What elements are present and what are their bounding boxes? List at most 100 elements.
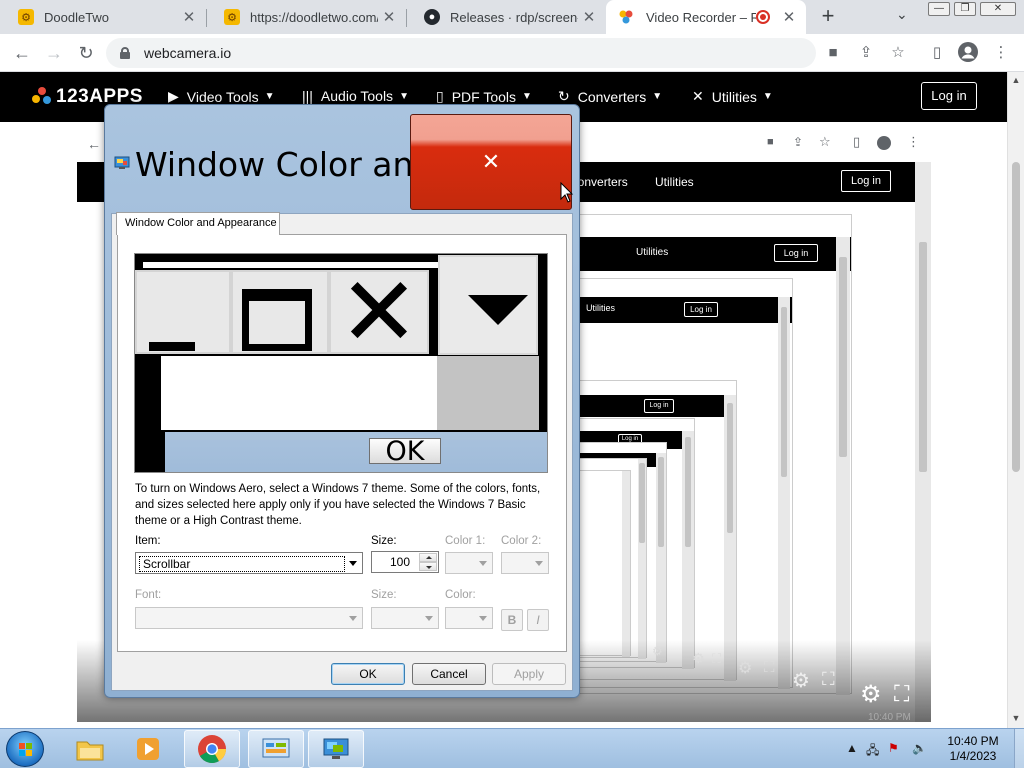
taskbar-display-settings[interactable] (308, 730, 364, 768)
profile-avatar-icon[interactable] (957, 42, 979, 64)
font-color-label: Color: (445, 589, 476, 601)
browser-toolbar: ← → ↻ webcamera.io ■ ⇪ ☆ ▯ ⋮ (0, 34, 1024, 72)
tab-doodletwo[interactable]: ⚙ DoodleTwo ✕ (0, 0, 206, 34)
chevron-down-icon: ▼ (522, 91, 532, 102)
preview-window-area (161, 356, 439, 430)
123apps-favicon-icon (618, 9, 634, 25)
nav-utilities[interactable]: ✕ Utilities ▼ (692, 88, 773, 105)
tab-doodletwo-url[interactable]: ⚙ https://doodletwo.com/b ✕ (206, 0, 406, 34)
login-button[interactable]: Log in (921, 82, 977, 110)
doodletwo-favicon-icon: ⚙ (18, 9, 34, 25)
chevron-down-icon (479, 561, 487, 566)
tab-video-recorder[interactable]: Video Recorder – Re ✕ (606, 0, 806, 34)
start-button[interactable] (6, 731, 44, 767)
size-stepper[interactable]: 100 (371, 551, 439, 573)
address-bar[interactable]: webcamera.io (106, 38, 816, 68)
recursive-scrollbar (778, 297, 790, 689)
aero-info-text: To turn on Windows Aero, select a Window… (135, 483, 541, 527)
font-size-select[interactable] (371, 607, 439, 629)
font-size-label: Size: (371, 589, 397, 601)
123apps-logo-icon (32, 87, 52, 107)
font-color-picker[interactable] (445, 607, 493, 629)
bookmark-star-icon[interactable]: ☆ (887, 42, 909, 64)
forward-arrow-icon[interactable]: → (42, 41, 66, 65)
close-window-button[interactable]: ✕ (980, 2, 1016, 16)
restore-window-button[interactable]: ❐ (954, 2, 976, 16)
preview-close-icon: ✕ (329, 264, 429, 360)
taskbar-control-panel[interactable] (248, 730, 304, 768)
chevron-down-icon: ▼ (762, 91, 773, 102)
color2-picker[interactable] (501, 552, 549, 574)
bold-button[interactable]: B (501, 609, 523, 631)
display-settings-icon (114, 155, 130, 171)
scroll-up-arrow-icon[interactable]: ▲ (1008, 72, 1024, 88)
network-icon[interactable]: 🖧 (866, 741, 879, 762)
scrollbar-thumb[interactable] (1012, 162, 1020, 472)
side-panel-icon: ▯ (853, 134, 861, 149)
taskbar-chrome[interactable] (184, 730, 240, 768)
reload-icon[interactable]: ↻ (74, 41, 98, 65)
recursive-site-header: Log in (578, 395, 736, 417)
italic-button[interactable]: I (527, 609, 549, 631)
clock-time: 10:40 PM (947, 734, 999, 748)
scroll-down-arrow-icon[interactable]: ▼ (1008, 710, 1024, 726)
settings-gear-icon[interactable]: ⚙ (860, 680, 882, 709)
tab-window-color-appearance[interactable]: Window Color and Appearance (116, 212, 280, 235)
chevron-down-icon (349, 616, 357, 621)
item-label: Item: (135, 535, 161, 547)
audio-wave-icon: ||| (302, 88, 313, 104)
show-hidden-icons-arrow-icon[interactable]: ▲ (846, 741, 858, 755)
close-tab-icon[interactable]: ✕ (578, 8, 600, 26)
side-panel-icon[interactable]: ▯ (926, 42, 948, 64)
recursive-login-button: Log in (841, 170, 891, 192)
appearance-preview[interactable]: ✕ OK (134, 253, 548, 473)
close-tab-icon[interactable]: ✕ (778, 8, 800, 26)
share-icon[interactable]: ⇪ (855, 42, 877, 64)
system-clock[interactable]: 10:40 PM 1/4/2023 (938, 734, 1008, 764)
action-center-flag-icon[interactable]: ⚑ (888, 741, 899, 755)
lock-icon[interactable] (120, 47, 130, 59)
stepper-down-icon[interactable] (419, 562, 437, 571)
recursive-nav-label: Utilities (586, 303, 616, 313)
new-tab-button[interactable]: + (816, 4, 840, 30)
show-desktop-button[interactable] (1014, 729, 1024, 768)
item-select[interactable]: Scrollbar (135, 552, 363, 574)
color1-picker[interactable] (445, 552, 493, 574)
camera-in-use-icon[interactable]: ■ (822, 42, 844, 64)
nav-audio-tools[interactable]: ||| Audio Tools ▼ (302, 88, 409, 104)
address-url: webcamera.io (144, 45, 232, 61)
page-scrollbar[interactable]: ▲ ▼ (1007, 72, 1024, 728)
size-value: 100 (389, 555, 410, 569)
fullscreen-icon: ⛶ (712, 651, 722, 666)
github-icon: ● (424, 9, 440, 25)
tab-search-chevron-icon[interactable]: ⌄ (896, 6, 908, 23)
taskbar-windows-explorer[interactable] (62, 730, 118, 768)
recursive-login-button: Log in (684, 302, 718, 317)
tab-github-releases[interactable]: ● Releases · rdp/screen-cap ✕ (406, 0, 606, 34)
dialog-close-button[interactable]: ✕ (410, 114, 572, 210)
back-arrow-icon[interactable]: ← (10, 41, 34, 65)
close-tab-icon[interactable]: ✕ (378, 8, 400, 26)
share-icon: ⇪ (793, 135, 804, 149)
volume-icon[interactable]: 🔈 (912, 741, 927, 755)
nav-pdf-tools[interactable]: ▯ PDF Tools ▼ (436, 88, 532, 105)
close-tab-icon[interactable]: ✕ (178, 8, 200, 26)
cancel-button[interactable]: Cancel (412, 663, 486, 685)
recursive-site-header: Utilities Log in (578, 237, 851, 271)
window-color-dialog: Window Color an... ✕ Window Color and Ap… (104, 104, 580, 698)
fullscreen-icon[interactable]: ⛶ (894, 681, 909, 707)
recursive-scrollbar (622, 471, 630, 657)
taskbar-media-player[interactable] (120, 730, 176, 768)
stepper-up-icon[interactable] (419, 553, 437, 562)
font-select[interactable] (135, 607, 363, 629)
nav-converters[interactable]: ↻ Converters ▼ (558, 88, 662, 105)
folder-icon (76, 741, 104, 761)
minimize-window-button[interactable]: — (928, 2, 950, 16)
browser-menu-icon[interactable]: ⋮ (990, 42, 1012, 64)
ok-button[interactable]: OK (331, 663, 405, 685)
apply-button[interactable]: Apply (492, 663, 566, 685)
nav-video-tools[interactable]: ▶ Video Tools ▼ (168, 88, 275, 105)
font-label: Font: (135, 589, 162, 601)
settings-gear-icon: ⚙ (692, 650, 705, 666)
recursive-login-button: Log in (644, 399, 674, 413)
